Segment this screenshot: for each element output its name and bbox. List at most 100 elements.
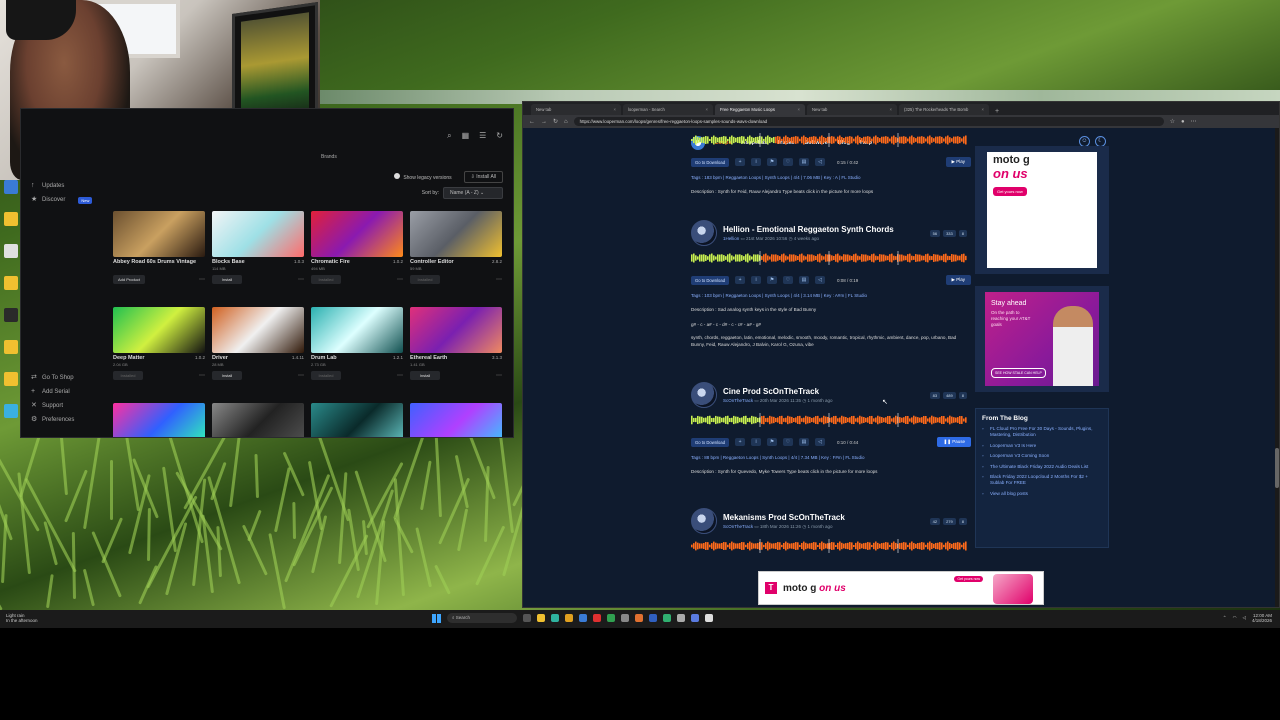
plugin-thumbnail[interactable]	[311, 403, 403, 437]
flag-icon[interactable]: ⚑	[767, 158, 778, 166]
sidebar-item-preferences[interactable]: ⚙ Preferences	[21, 413, 111, 427]
forward-icon[interactable]: →	[541, 119, 547, 125]
close-tab-icon[interactable]: ×	[706, 107, 708, 112]
waveform[interactable]	[691, 251, 967, 265]
sidebar-item-support[interactable]: ✕ Support	[21, 399, 111, 413]
plugin-card[interactable]	[113, 403, 205, 437]
waveform[interactable]	[691, 133, 967, 147]
loop-title[interactable]: Cine Prod ScOnTheTrack	[723, 387, 833, 396]
app-icon[interactable]	[635, 614, 643, 622]
flag-icon[interactable]: ⚑	[767, 276, 778, 284]
stat-badge[interactable]: 8	[958, 392, 967, 399]
stat-badge[interactable]: 8	[958, 518, 967, 525]
app-icon[interactable]	[593, 614, 601, 622]
sidebar-item-discover[interactable]: ★ Discover New	[21, 193, 111, 207]
comment-icon[interactable]: ▤	[799, 438, 810, 446]
plugin-action-button[interactable]: Install	[212, 371, 242, 380]
plus-icon[interactable]: +	[735, 158, 746, 166]
plugin-thumbnail[interactable]	[212, 403, 304, 437]
home-icon[interactable]: ⌂	[564, 119, 568, 125]
plugin-thumbnail[interactable]	[212, 307, 304, 353]
plugin-action-button[interactable]: Add Product	[113, 275, 146, 284]
plugin-card[interactable]: Drum Lab 1.2.1 2.73 GB Installed ⋯	[311, 307, 403, 380]
flag-icon[interactable]: ⚑	[767, 438, 778, 446]
plugin-thumbnail[interactable]	[311, 307, 403, 353]
plugin-thumbnail[interactable]	[410, 403, 502, 437]
blog-post-link[interactable]: The Ultimate Black Friday 2022 Audio Dea…	[982, 464, 1102, 471]
search-icon[interactable]: ⌕	[447, 131, 451, 141]
plugin-thumbnail[interactable]	[311, 211, 403, 257]
ad-moto-g[interactable]: moto g on us Get yours now	[975, 146, 1109, 274]
more-options-icon[interactable]: ⋯	[199, 372, 205, 379]
sort-by-select[interactable]: Name (A - Z) ⌄	[443, 187, 503, 199]
task-view-icon[interactable]	[523, 614, 531, 622]
blog-post-link[interactable]: View all blog posts	[982, 491, 1102, 498]
bottom-ad-cta[interactable]: Get yours now	[954, 576, 983, 582]
info-icon[interactable]: i	[751, 276, 762, 284]
info-icon[interactable]: i	[751, 438, 762, 446]
blog-post-link[interactable]: FL Cloud Pro Free For 30 Days - Sounds, …	[982, 426, 1102, 439]
app-icon[interactable]	[607, 614, 615, 622]
close-tab-icon[interactable]: ×	[982, 107, 984, 112]
heart-icon[interactable]: ♡	[783, 158, 794, 166]
desktop-app-icon[interactable]	[4, 340, 18, 354]
bottom-ad-banner[interactable]: T moto g on us Get yours now	[758, 571, 1044, 605]
back-icon[interactable]: ←	[529, 119, 535, 125]
loop-tags[interactable]: Tags : 88 bpm | Reggaeton Loops | Synth …	[691, 455, 971, 460]
plugin-action-button[interactable]: Install	[410, 371, 440, 380]
profile-icon[interactable]: ●	[1181, 119, 1185, 125]
avatar[interactable]	[691, 220, 717, 246]
new-tab-icon[interactable]: +	[991, 108, 1003, 115]
plugin-card[interactable]: Controller Editor 2.8.2 59 MB Installed ⋯	[410, 211, 502, 284]
more-options-icon[interactable]: ⋯	[397, 372, 403, 379]
app-icon[interactable]	[677, 614, 685, 622]
file-explorer-icon[interactable]	[537, 614, 545, 622]
ad-cta[interactable]: Get yours now	[993, 187, 1027, 196]
stat-badge[interactable]: 83	[929, 392, 941, 399]
clock[interactable]: 12:00 AM 4/18/2026	[1252, 613, 1272, 623]
desktop-app-icon[interactable]	[4, 276, 18, 290]
plus-icon[interactable]: +	[735, 276, 746, 284]
sidebar-item-add-serial[interactable]: + Add Serial	[21, 385, 111, 399]
more-options-icon[interactable]: ⋯	[199, 276, 205, 283]
more-options-icon[interactable]: ⋯	[298, 372, 304, 379]
heart-icon[interactable]: ♡	[783, 276, 794, 284]
wifi-icon[interactable]: ◠	[1233, 615, 1237, 621]
plugin-card[interactable]	[410, 403, 502, 437]
plugin-card[interactable]: Deep Matter 1.0.2 2.04 GB Installed ⋯	[113, 307, 205, 380]
plugin-thumbnail[interactable]	[212, 211, 304, 257]
comment-icon[interactable]: ▤	[799, 158, 810, 166]
plugin-card[interactable]: Chromatic Fire 1.0.2 494 MB Installed ⋯	[311, 211, 403, 284]
loop-author[interactable]: ScOnTheTrack	[723, 524, 753, 529]
list-view-icon[interactable]: ☰	[479, 131, 486, 141]
plugin-action-button[interactable]: Install	[212, 275, 242, 284]
desktop-app-icon[interactable]	[4, 308, 18, 322]
blog-post-link[interactable]: Looperman V3 Is Here	[982, 443, 1102, 450]
stat-badge[interactable]: 42	[929, 518, 941, 525]
plus-icon[interactable]: +	[735, 438, 746, 446]
volume-icon[interactable]: ◁	[1243, 615, 1246, 621]
app-icon[interactable]	[579, 614, 587, 622]
browser-tab[interactable]: (325) The Rockerheads The Bomb ×	[899, 104, 989, 115]
more-options-icon[interactable]: ⋯	[298, 276, 304, 283]
app-icon[interactable]	[649, 614, 657, 622]
app-icon[interactable]	[621, 614, 629, 622]
waveform[interactable]	[691, 539, 967, 553]
scrollbar-thumb[interactable]	[1275, 448, 1279, 488]
browser-tab[interactable]: Free Reggaeton Music Loops ×	[715, 104, 805, 115]
desktop-app-icon[interactable]	[4, 372, 18, 386]
volume-icon[interactable]: ◁	[815, 158, 826, 166]
plugin-card[interactable]: Driver 1.4.11 28 MB Install ⋯	[212, 307, 304, 380]
sidebar-item-updates[interactable]: ↑ Updates	[21, 179, 111, 193]
more-options-icon[interactable]: ⋯	[496, 372, 502, 379]
stat-badge[interactable]: 8	[958, 230, 967, 237]
desktop-app-icon[interactable]	[4, 244, 18, 258]
chrome-icon[interactable]	[565, 614, 573, 622]
close-tab-icon[interactable]: ×	[890, 107, 892, 112]
extensions-icon[interactable]: ☆	[1170, 118, 1175, 125]
stat-badge[interactable]: 56	[929, 230, 941, 237]
loop-title[interactable]: Hellion - Emotional Reggaeton Synth Chor…	[723, 225, 894, 234]
volume-icon[interactable]: ◁	[815, 438, 826, 446]
stat-badge[interactable]: 333	[943, 230, 956, 237]
plugin-thumbnail[interactable]	[410, 307, 502, 353]
